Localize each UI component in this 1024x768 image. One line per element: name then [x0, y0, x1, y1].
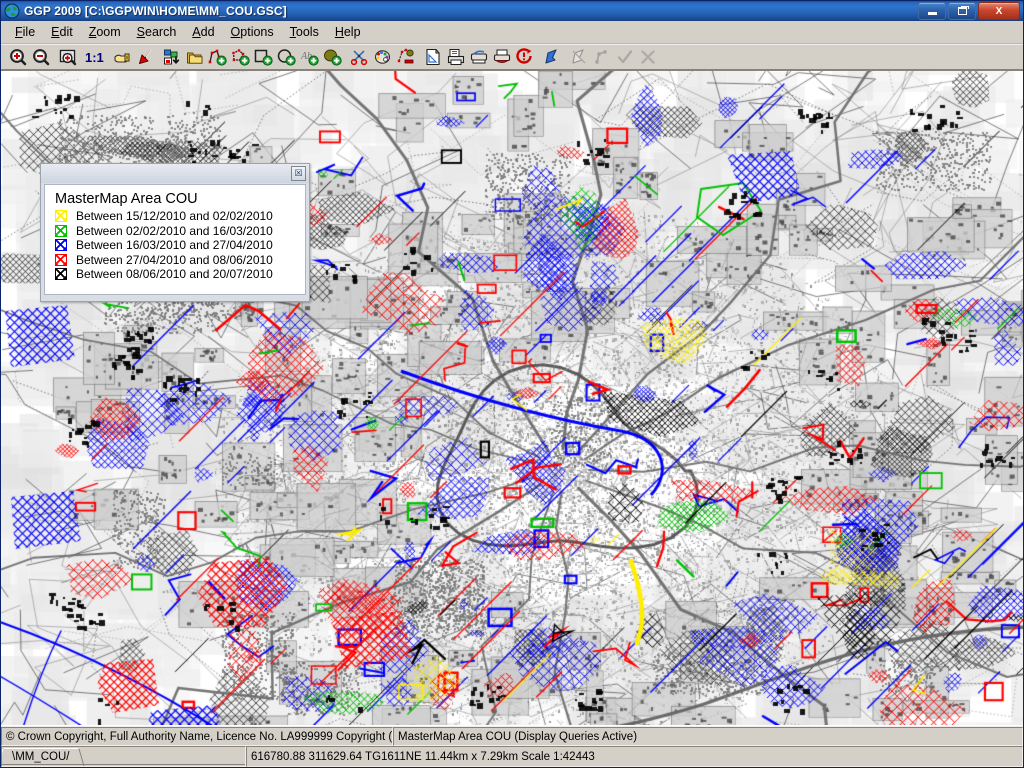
legend-panel[interactable]: ☒ MasterMap Area COU Between 15/12/2010 … [40, 163, 310, 302]
legend-entry-label: Between 15/12/2010 and 02/02/2010 [76, 209, 273, 224]
sheet-tab-mm-cou[interactable]: \MM_COU/ [4, 747, 78, 766]
application-window: GGP 2009 [C:\GGPWIN\HOME\MM_COU.GSC] X F… [0, 0, 1024, 768]
measure-scissors-icon[interactable] [348, 46, 371, 68]
add-circle-icon[interactable] [275, 46, 298, 68]
menu-item-search[interactable]: Search [129, 23, 185, 41]
title-bar: GGP 2009 [C:\GGPWIN\HOME\MM_COU.GSC] X [1, 1, 1023, 21]
legend-swatch-icon [55, 224, 67, 237]
legend-swatch-icon [55, 268, 67, 281]
menu-bar: File Edit Zoom Search Add Options Tools Help [1, 21, 1023, 44]
legend-entry-label: Between 08/06/2010 and 20/07/2010 [76, 267, 273, 282]
deselect-arrow-icon [567, 46, 590, 68]
add-polygon-icon[interactable] [229, 46, 252, 68]
cancel-cross-icon [636, 46, 659, 68]
coordinate-status: 616780.88 311629.64 TG1611NE 11.44km x 7… [246, 746, 1023, 767]
layer-status: MasterMap Area COU (Display Queries Acti… [393, 727, 1023, 746]
map-area[interactable]: ☒ MasterMap Area COU Between 15/12/2010 … [1, 70, 1023, 726]
add-text-icon[interactable]: Ab [298, 46, 321, 68]
legend-swatch-icon [55, 253, 67, 266]
window-title: GGP 2009 [C:\GGPWIN\HOME\MM_COU.GSC] [24, 4, 287, 18]
print-preview-icon[interactable] [444, 46, 467, 68]
select-arrow-icon[interactable] [540, 46, 563, 68]
menu-item-zoom[interactable]: Zoom [81, 23, 129, 41]
status-bar: © Crown Copyright, Full Authority Name, … [1, 726, 1023, 746]
open-folders-icon[interactable] [183, 46, 206, 68]
menu-item-options[interactable]: Options [223, 23, 282, 41]
legend-entry-label: Between 16/03/2010 and 27/04/2010 [76, 238, 273, 253]
page-setup-icon[interactable] [421, 46, 444, 68]
svg-text:1:1: 1:1 [85, 50, 104, 65]
legend-swatch-icon [55, 210, 67, 223]
zoom-one-to-one-icon[interactable]: 1:1 [83, 46, 106, 68]
menu-item-tools[interactable]: Tools [282, 23, 327, 41]
plotter-icon[interactable] [467, 46, 490, 68]
close-button[interactable]: X [978, 2, 1020, 20]
palette-icon[interactable] [371, 46, 394, 68]
menu-item-edit[interactable]: Edit [43, 23, 81, 41]
printer-icon[interactable] [490, 46, 513, 68]
menu-item-file[interactable]: File [7, 23, 43, 41]
menu-item-add[interactable]: Add [184, 23, 222, 41]
legend-content: MasterMap Area COU Between 15/12/2010 an… [44, 184, 306, 295]
legend-entry-label: Between 02/02/2010 and 16/03/2010 [76, 223, 273, 238]
attributes-icon[interactable] [394, 46, 417, 68]
minimize-button[interactable] [918, 2, 946, 20]
zoom-window-icon[interactable] [56, 46, 79, 68]
legend-swatch-icon [55, 239, 67, 252]
legend-entry[interactable]: Between 08/06/2010 and 20/07/2010 [53, 267, 297, 282]
globe-icon [4, 3, 20, 19]
zoom-in-icon[interactable] [6, 46, 29, 68]
sheet-tab-strip[interactable]: \MM_COU/ [1, 746, 246, 767]
layers-import-icon[interactable] [160, 46, 183, 68]
copyright-status: © Crown Copyright, Full Authority Name, … [1, 727, 393, 746]
node-edit-icon [590, 46, 613, 68]
pan-hand-icon[interactable] [110, 46, 133, 68]
tab-underline [2, 764, 245, 765]
legend-close-icon[interactable]: ☒ [291, 166, 306, 181]
add-point-icon[interactable] [321, 46, 344, 68]
legend-heading: MasterMap Area COU [55, 191, 198, 207]
zoom-out-icon[interactable] [29, 46, 52, 68]
legend-title-bar: ☒ [41, 164, 309, 183]
legend-entry[interactable]: Between 27/04/2010 and 08/06/2010 [53, 253, 297, 268]
add-rectangle-icon[interactable] [252, 46, 275, 68]
legend-entry[interactable]: Between 15/12/2010 and 02/02/2010 [53, 209, 297, 224]
accept-check-icon [613, 46, 636, 68]
add-line-icon[interactable] [206, 46, 229, 68]
sheet-tab-bar: \MM_COU/ 616780.88 311629.64 TG1611NE 11… [1, 746, 1023, 767]
pointer-arrow-icon[interactable] [133, 46, 156, 68]
window-controls: X [918, 2, 1022, 20]
legend-entry[interactable]: Between 02/02/2010 and 16/03/2010 [53, 224, 297, 239]
menu-item-help[interactable]: Help [327, 23, 369, 41]
toolbar: 1:1 Ab [1, 44, 1023, 70]
legend-entry-label: Between 27/04/2010 and 08/06/2010 [76, 252, 273, 267]
refresh-icon[interactable] [513, 46, 536, 68]
restore-button[interactable] [948, 2, 976, 20]
legend-entry[interactable]: Between 16/03/2010 and 27/04/2010 [53, 238, 297, 253]
